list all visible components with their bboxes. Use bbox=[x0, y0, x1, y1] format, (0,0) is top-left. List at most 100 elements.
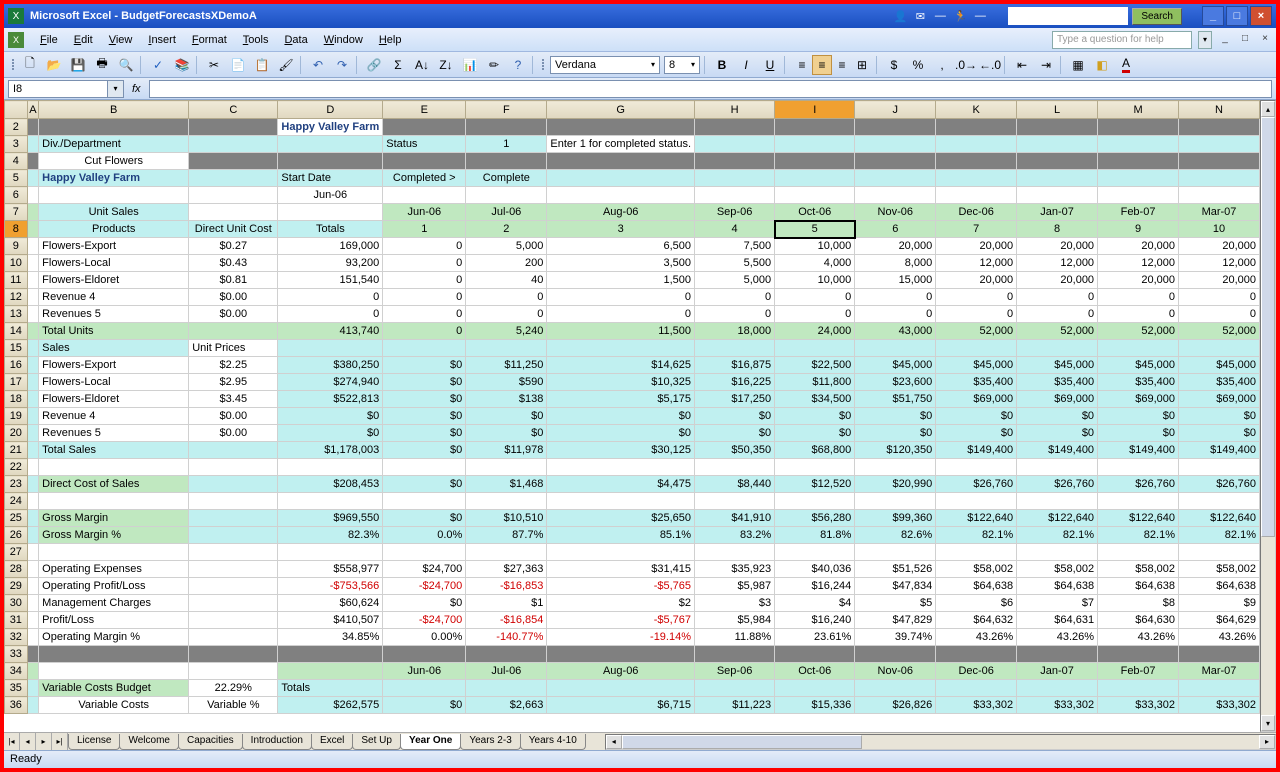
cell[interactable] bbox=[189, 578, 278, 595]
row-header[interactable]: 11 bbox=[5, 272, 28, 289]
cell[interactable]: 0 bbox=[278, 306, 383, 323]
row-header[interactable]: 9 bbox=[5, 238, 28, 255]
sheet-tab[interactable]: Capacities bbox=[178, 734, 243, 750]
row-header[interactable]: 5 bbox=[5, 170, 28, 187]
cell[interactable]: $5,987 bbox=[695, 578, 775, 595]
cell[interactable]: Gross Margin % bbox=[39, 527, 189, 544]
cell[interactable]: 12,000 bbox=[1017, 255, 1098, 272]
cell[interactable] bbox=[855, 119, 936, 136]
cell[interactable] bbox=[189, 527, 278, 544]
cell[interactable]: $0 bbox=[278, 425, 383, 442]
cell[interactable]: Mar-07 bbox=[1178, 204, 1259, 221]
cell[interactable]: $45,000 bbox=[1017, 357, 1098, 374]
cell[interactable]: $8,440 bbox=[695, 476, 775, 493]
cell[interactable] bbox=[466, 153, 547, 170]
fill-color-icon[interactable]: ◧ bbox=[1092, 55, 1112, 75]
cell[interactable]: 52,000 bbox=[1017, 323, 1098, 340]
row-header[interactable]: 32 bbox=[5, 629, 28, 646]
merge-icon[interactable]: ⊞ bbox=[852, 55, 872, 75]
row-header[interactable]: 14 bbox=[5, 323, 28, 340]
cell[interactable]: Flowers-Eldoret bbox=[39, 272, 189, 289]
cell[interactable]: Flowers-Export bbox=[39, 357, 189, 374]
cell[interactable]: 0 bbox=[466, 306, 547, 323]
horizontal-scrollbar[interactable]: ◂ ▸ bbox=[605, 734, 1276, 750]
cell[interactable]: 82.1% bbox=[1178, 527, 1259, 544]
cell[interactable] bbox=[1098, 646, 1179, 663]
cell[interactable]: Jul-06 bbox=[466, 204, 547, 221]
cell[interactable]: $33,302 bbox=[1098, 697, 1179, 714]
cell[interactable] bbox=[695, 136, 775, 153]
cell[interactable] bbox=[1178, 136, 1259, 153]
cell[interactable]: 15,000 bbox=[855, 272, 936, 289]
cell[interactable] bbox=[189, 663, 278, 680]
bold-icon[interactable]: B bbox=[712, 55, 732, 75]
cell[interactable]: $149,400 bbox=[1178, 442, 1259, 459]
cell[interactable]: $1,178,003 bbox=[278, 442, 383, 459]
cell[interactable]: Complete bbox=[466, 170, 547, 187]
cell[interactable]: 1 bbox=[466, 136, 547, 153]
cell[interactable]: $27,363 bbox=[466, 561, 547, 578]
cell[interactable] bbox=[27, 561, 39, 578]
cell[interactable]: $14,625 bbox=[547, 357, 695, 374]
research-icon[interactable]: 📚 bbox=[172, 55, 192, 75]
autosum-icon[interactable]: Σ bbox=[388, 55, 408, 75]
cell[interactable]: Cut Flowers bbox=[39, 153, 189, 170]
cell[interactable]: $0 bbox=[383, 425, 466, 442]
cell[interactable]: $138 bbox=[466, 391, 547, 408]
minimize-button[interactable]: _ bbox=[1202, 6, 1224, 26]
print-icon[interactable]: 🖶 bbox=[92, 55, 112, 75]
cell[interactable] bbox=[936, 170, 1017, 187]
cell[interactable]: $969,550 bbox=[278, 510, 383, 527]
cell[interactable]: Jan-07 bbox=[1017, 663, 1098, 680]
cell[interactable]: $0 bbox=[547, 425, 695, 442]
tab-first-icon[interactable]: |◂ bbox=[4, 733, 20, 751]
cell[interactable] bbox=[189, 612, 278, 629]
cell[interactable]: $0 bbox=[1178, 425, 1259, 442]
cell[interactable]: $11,800 bbox=[775, 374, 855, 391]
cell[interactable]: 20,000 bbox=[1178, 272, 1259, 289]
cell[interactable]: Oct-06 bbox=[775, 204, 855, 221]
cell[interactable]: $8 bbox=[1098, 595, 1179, 612]
cell[interactable]: 4 bbox=[695, 221, 775, 238]
cell[interactable]: 2 bbox=[466, 221, 547, 238]
cell[interactable]: $0 bbox=[695, 408, 775, 425]
cell[interactable]: Revenue 4 bbox=[39, 289, 189, 306]
person-icon[interactable]: 👤 bbox=[892, 8, 908, 24]
cell[interactable] bbox=[695, 493, 775, 510]
cell[interactable] bbox=[1017, 170, 1098, 187]
cell[interactable] bbox=[39, 663, 189, 680]
cell[interactable] bbox=[1178, 340, 1259, 357]
cell[interactable]: Sales bbox=[39, 340, 189, 357]
cell[interactable] bbox=[547, 680, 695, 697]
inc-indent-icon[interactable]: ⇥ bbox=[1036, 55, 1056, 75]
cell[interactable] bbox=[27, 357, 39, 374]
scroll-up-icon[interactable]: ▴ bbox=[1261, 101, 1275, 117]
cell[interactable]: Dec-06 bbox=[936, 204, 1017, 221]
italic-icon[interactable]: I bbox=[736, 55, 756, 75]
cell[interactable]: 0 bbox=[383, 323, 466, 340]
col-header[interactable]: N bbox=[1178, 101, 1259, 119]
cell[interactable] bbox=[1178, 680, 1259, 697]
cell[interactable] bbox=[775, 187, 855, 204]
cell[interactable] bbox=[695, 544, 775, 561]
cell[interactable]: 0 bbox=[695, 306, 775, 323]
menu-edit[interactable]: Edit bbox=[66, 32, 101, 48]
cell[interactable]: 43.26% bbox=[1098, 629, 1179, 646]
cell[interactable]: $120,350 bbox=[855, 442, 936, 459]
cell[interactable] bbox=[27, 527, 39, 544]
cell[interactable]: 43.26% bbox=[1017, 629, 1098, 646]
cell[interactable]: $0 bbox=[466, 408, 547, 425]
cell[interactable]: 82.1% bbox=[1017, 527, 1098, 544]
menu-insert[interactable]: Insert bbox=[140, 32, 184, 48]
cell[interactable] bbox=[27, 306, 39, 323]
cell[interactable] bbox=[189, 204, 278, 221]
cell[interactable]: $0.27 bbox=[189, 238, 278, 255]
cell[interactable]: 0.00% bbox=[383, 629, 466, 646]
cell[interactable]: $25,650 bbox=[547, 510, 695, 527]
close-doc-icon[interactable]: × bbox=[1258, 33, 1272, 47]
redo-icon[interactable]: ↷ bbox=[332, 55, 352, 75]
cell[interactable]: $10,510 bbox=[466, 510, 547, 527]
cell[interactable] bbox=[1017, 340, 1098, 357]
cell[interactable] bbox=[936, 340, 1017, 357]
cell[interactable] bbox=[189, 442, 278, 459]
